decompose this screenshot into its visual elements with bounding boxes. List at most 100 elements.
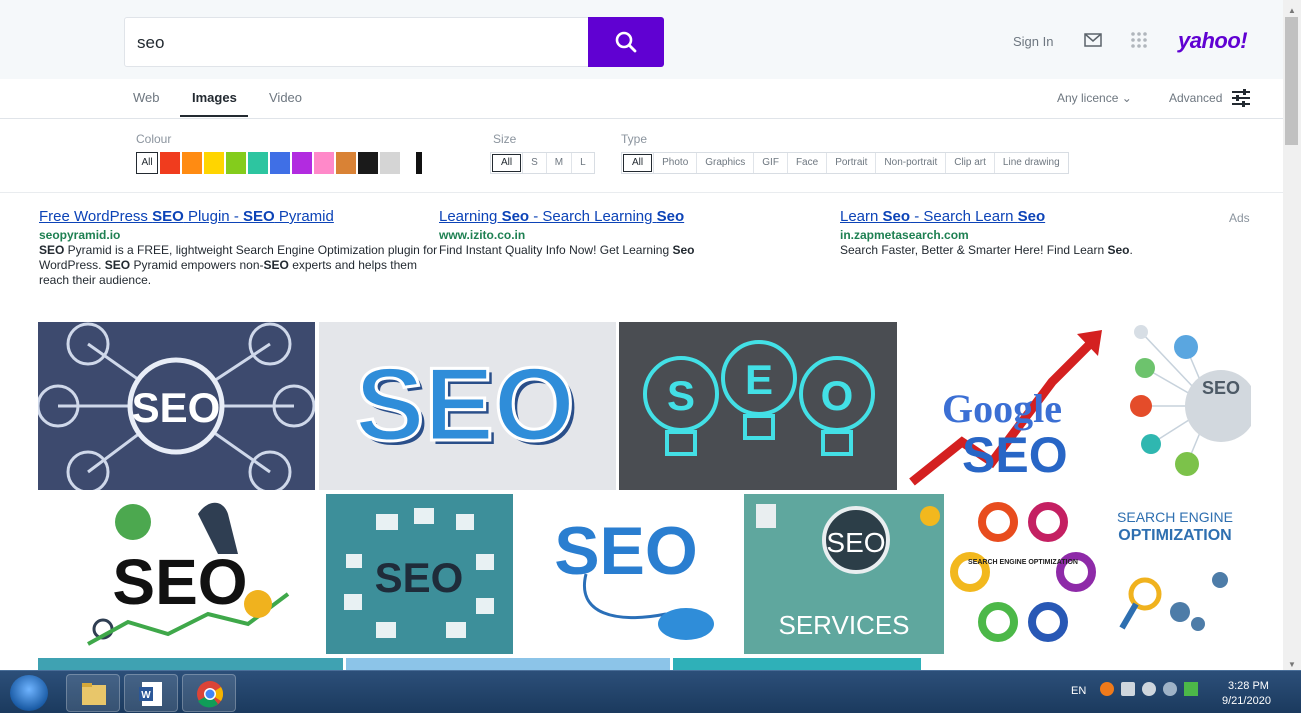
image-caption: SEO <box>758 481 760 483</box>
word-taskbar-icon[interactable]: W <box>124 674 178 712</box>
image-result[interactable]: SEO <box>326 494 513 654</box>
clock-date[interactable]: 9/21/2020 <box>1222 695 1271 707</box>
language-indicator[interactable]: EN <box>1071 685 1086 697</box>
type-option[interactable]: All <box>623 154 653 172</box>
ad-item: Learning Seo - Search Learning Seo www.iz… <box>439 208 839 258</box>
ad-title-part: Free WordPress <box>39 208 153 225</box>
image-result[interactable] <box>673 658 921 670</box>
scrollbar-thumb[interactable] <box>1285 17 1298 145</box>
tab-video[interactable]: Video <box>269 90 302 105</box>
type-option[interactable]: Photo <box>653 153 696 173</box>
yahoo-image-search-page: { "search": {"query": "seo", "button_lab… <box>0 0 1301 713</box>
flag-icon[interactable] <box>1184 682 1198 696</box>
top-bar: Sign In yahoo! <box>0 0 1283 79</box>
type-option[interactable]: Face <box>786 153 826 173</box>
ad-description-part: Find Instant Quality Info Now! Get Learn… <box>439 243 673 257</box>
colour-swatch[interactable] <box>402 152 422 174</box>
seo-mouse-image: SEO <box>554 513 714 640</box>
tab-web[interactable]: Web <box>133 90 160 105</box>
ad-url[interactable]: www.izito.co.in <box>439 228 839 242</box>
image-subcaption: SEO <box>962 427 1068 483</box>
image-result[interactable] <box>38 658 343 670</box>
image-result[interactable]: SEO SEO <box>319 322 616 490</box>
image-result[interactable]: SEO SEO <box>619 322 897 490</box>
size-option[interactable]: All <box>492 154 522 172</box>
image-result[interactable] <box>346 658 670 670</box>
scroll-up-arrow-icon[interactable]: ▲ <box>1288 6 1296 15</box>
colour-swatch[interactable] <box>380 152 400 174</box>
colour-swatch[interactable] <box>292 152 312 174</box>
sliders-icon[interactable] <box>1231 89 1251 107</box>
ad-item: Free WordPress SEO Plugin - SEO Pyramid s… <box>39 208 439 288</box>
image-result[interactable]: Google SEO <box>902 322 1107 490</box>
ad-title-link[interactable]: Free WordPress SEO Plugin - SEO Pyramid <box>39 208 439 225</box>
ad-title-link[interactable]: Learning Seo - Search Learning Seo <box>439 208 839 225</box>
size-option[interactable]: M <box>545 153 571 173</box>
image-caption: SEO <box>554 513 698 589</box>
colour-swatch[interactable] <box>160 152 180 174</box>
size-option[interactable]: S <box>522 153 546 173</box>
type-option[interactable]: Clip art <box>945 153 994 173</box>
seo-circle-diagram-image: SEARCH ENGINE OPTIMIZATION <box>950 502 1096 642</box>
ad-url[interactable]: in.zapmetasearch.com <box>840 228 1220 242</box>
ad-url[interactable]: seopyramid.io <box>39 228 439 242</box>
search-tray-icon[interactable] <box>1100 682 1114 696</box>
apps-grid-icon[interactable] <box>1130 31 1148 49</box>
search-input[interactable] <box>137 32 577 54</box>
chrome-taskbar-icon[interactable] <box>182 674 236 712</box>
type-option[interactable]: Non-portrait <box>875 153 945 173</box>
system-tray <box>1100 682 1198 696</box>
type-option[interactable]: Portrait <box>826 153 875 173</box>
colour-swatch[interactable] <box>270 152 290 174</box>
search-button[interactable] <box>588 17 664 67</box>
type-label: Type <box>621 132 648 146</box>
colour-swatch[interactable] <box>204 152 224 174</box>
tab-images[interactable]: Images <box>192 90 237 105</box>
network-icon[interactable] <box>1121 682 1135 696</box>
image-result[interactable]: SEO <box>38 322 315 490</box>
ad-title-link[interactable]: Learn Seo - Search Learn Seo <box>840 208 1220 225</box>
seo-services-image: SEO SERVICES <box>756 504 940 640</box>
svg-text:O: O <box>821 372 854 419</box>
advanced-button[interactable]: Advanced <box>1169 91 1222 105</box>
image-result[interactable]: SEO SERVICES <box>744 494 944 654</box>
colour-swatch[interactable] <box>358 152 378 174</box>
image-result[interactable]: SEO <box>38 494 322 654</box>
power-icon[interactable] <box>1163 682 1177 696</box>
type-option[interactable]: Graphics <box>696 153 753 173</box>
search-icon <box>615 31 637 53</box>
mail-icon[interactable] <box>1084 33 1102 47</box>
licence-dropdown[interactable]: Any licence ⌄ <box>1057 91 1132 105</box>
ad-description: SEO Pyramid is a FREE, lightweight Searc… <box>39 243 439 288</box>
colour-swatch[interactable] <box>226 152 246 174</box>
sign-in-link[interactable]: Sign In <box>1013 34 1053 49</box>
colour-swatch[interactable] <box>314 152 334 174</box>
ad-title-part: Pyramid <box>274 208 334 225</box>
clock-time[interactable]: 3:28 PM <box>1228 680 1269 692</box>
image-result[interactable]: SEARCH ENGINE OPTIMIZATION <box>1100 494 1250 654</box>
colour-swatch[interactable] <box>182 152 202 174</box>
vertical-tabs: Web Images Video Any licence ⌄ Advanced <box>0 79 1283 119</box>
file-explorer-taskbar-icon[interactable] <box>66 674 120 712</box>
type-option[interactable]: Line drawing <box>993 153 1068 173</box>
image-result[interactable]: SEO <box>1111 322 1251 490</box>
ad-description-part: Seo <box>672 243 695 257</box>
ad-description-part: Search Faster, Better & Smarter Here! Fi… <box>840 243 1108 257</box>
colour-swatch[interactable] <box>248 152 268 174</box>
ad-title-part: SEO <box>152 208 184 225</box>
image-result[interactable]: SEARCH ENGINE OPTIMIZATION <box>948 494 1096 654</box>
size-option[interactable]: L <box>571 153 594 173</box>
volume-icon[interactable] <box>1142 682 1156 696</box>
image-result[interactable]: SEO <box>516 494 740 654</box>
scroll-down-arrow-icon[interactable]: ▼ <box>1288 660 1296 669</box>
search-engine-optimization-image: SEARCH ENGINE OPTIMIZATION <box>1117 509 1233 631</box>
colour-all-option[interactable]: All <box>136 152 158 174</box>
colour-swatch[interactable] <box>336 152 356 174</box>
start-button[interactable] <box>10 675 48 711</box>
image-caption: SEO <box>355 347 575 463</box>
ad-title-part: Seo <box>1017 208 1046 225</box>
svg-text:W: W <box>141 690 151 701</box>
yahoo-logo[interactable]: yahoo! <box>1178 28 1248 54</box>
type-option[interactable]: GIF <box>753 153 787 173</box>
svg-text:E: E <box>745 356 773 403</box>
